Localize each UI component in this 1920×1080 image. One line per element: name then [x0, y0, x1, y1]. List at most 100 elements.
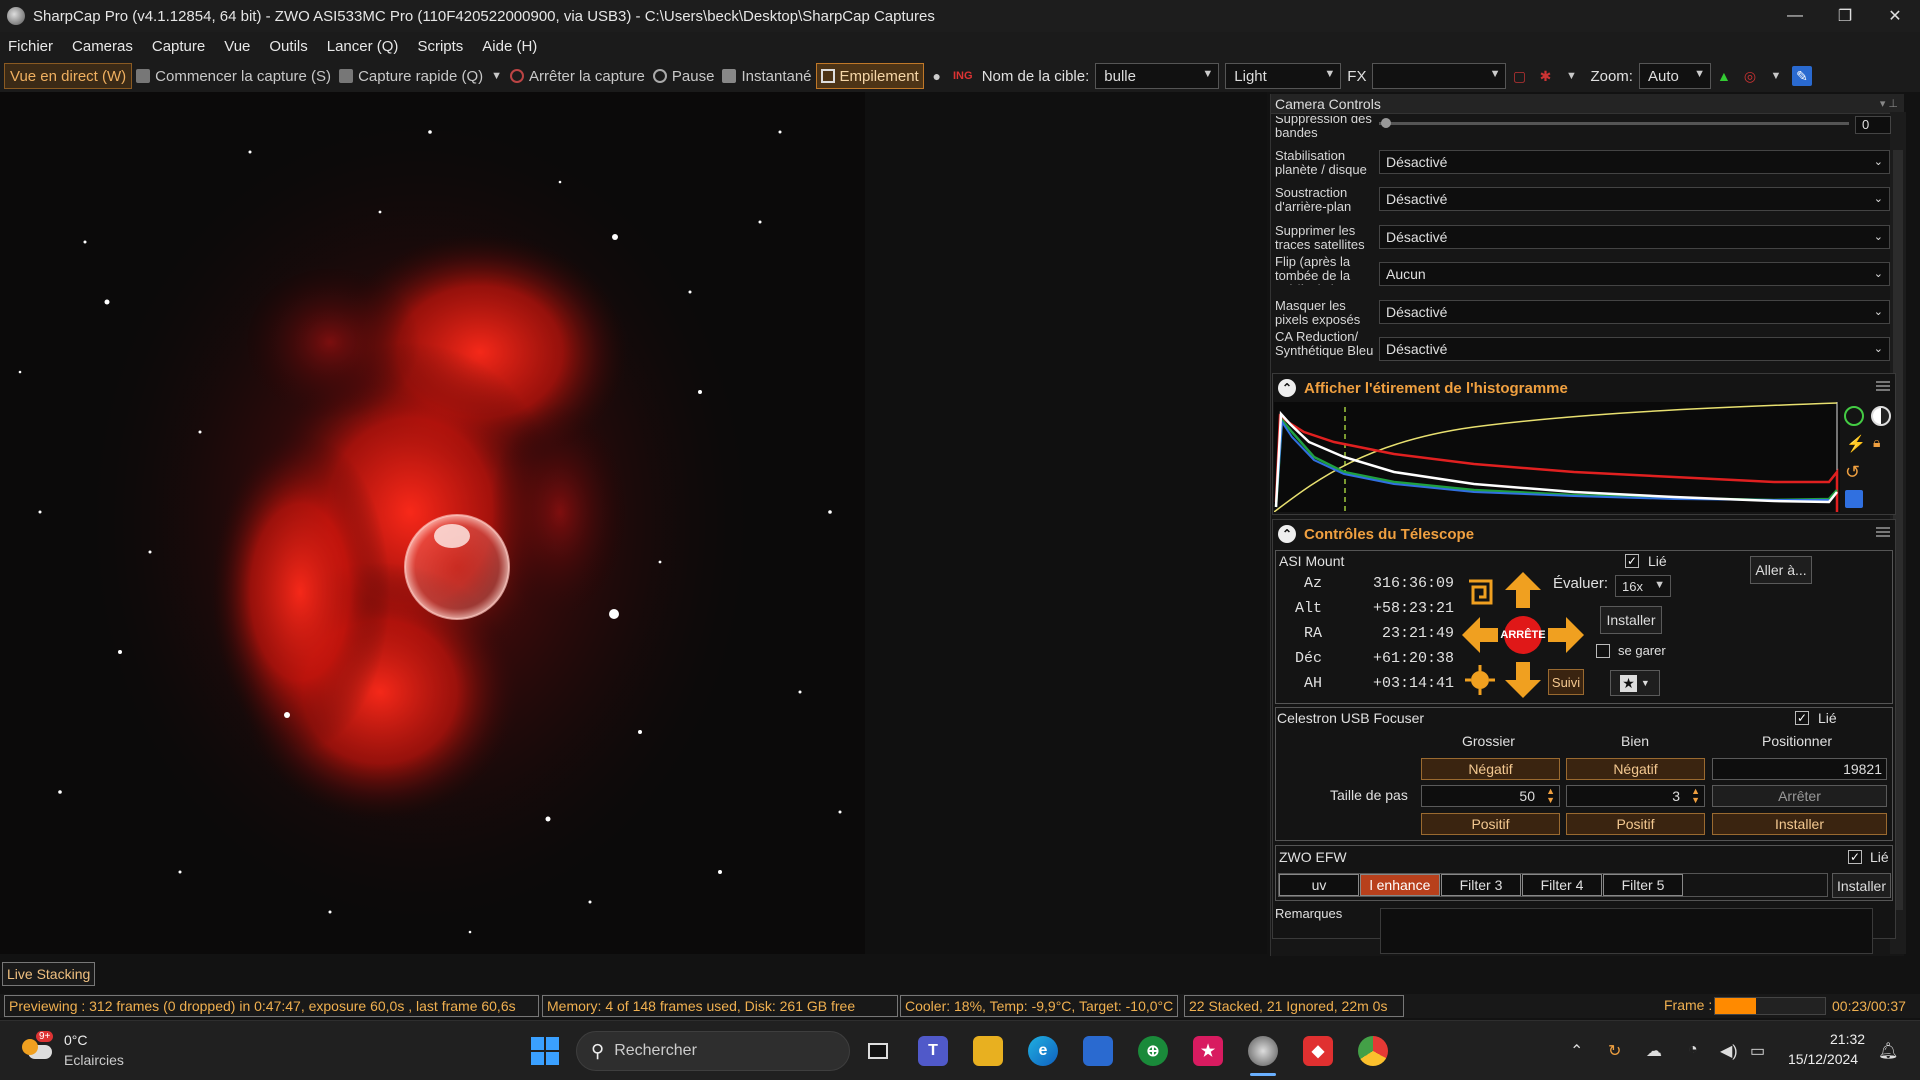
- focuser-linked-checkbox[interactable]: ✓: [1795, 711, 1809, 725]
- file-explorer-icon[interactable]: [973, 1036, 1003, 1066]
- histogram-icon[interactable]: ▲: [1714, 66, 1734, 86]
- menu-capture[interactable]: Capture: [152, 38, 205, 55]
- banding-slider[interactable]: [1379, 122, 1849, 125]
- pause-button[interactable]: Pause: [649, 63, 719, 89]
- moon-icon[interactable]: ●: [927, 66, 947, 86]
- store-icon[interactable]: [1083, 1036, 1113, 1066]
- taskbar-search[interactable]: ⚲ Rechercher: [576, 1031, 850, 1071]
- ca-reduction-select[interactable]: Désactivé ⌄: [1379, 337, 1890, 361]
- wifi-icon[interactable]: ◔: [1688, 1041, 1698, 1059]
- save-icon[interactable]: [1845, 490, 1863, 508]
- lightning-icon[interactable]: ⚡: [1846, 434, 1866, 454]
- stop-capture-button[interactable]: Arrêter la capture: [506, 63, 649, 89]
- menu-cameras[interactable]: Cameras: [72, 38, 133, 55]
- maximize-button[interactable]: ❐: [1822, 0, 1868, 32]
- sync-icon[interactable]: ↻: [1608, 1041, 1621, 1061]
- quick-capture-button[interactable]: Capture rapide (Q) ▼: [335, 63, 506, 89]
- banding-value[interactable]: 0: [1855, 116, 1891, 134]
- ing-icon[interactable]: ING: [953, 66, 973, 86]
- filter-uv[interactable]: uv: [1279, 874, 1359, 896]
- filter-3[interactable]: Filter 3: [1441, 874, 1521, 896]
- satellite-trails-select[interactable]: Désactivé ⌄: [1379, 225, 1890, 249]
- focuser-position-field[interactable]: 19821: [1712, 758, 1887, 780]
- menu-tools[interactable]: Outils: [269, 38, 307, 55]
- center-target-icon[interactable]: [1460, 660, 1500, 700]
- chevron-down-icon[interactable]: ▼: [1766, 66, 1786, 86]
- filter-5[interactable]: Filter 5: [1603, 874, 1683, 896]
- collapse-icon[interactable]: ⌃: [1278, 379, 1296, 397]
- menu-scripts[interactable]: Scripts: [417, 38, 463, 55]
- star-select[interactable]: ★ ▼: [1610, 670, 1660, 696]
- auto-stretch-icon[interactable]: [1844, 406, 1864, 426]
- histogram-header[interactable]: ⌃ Afficher l'étirement de l'histogramme: [1272, 374, 1896, 402]
- banding-slider-thumb[interactable]: [1381, 118, 1391, 128]
- chevron-down-icon[interactable]: ▼: [491, 70, 502, 82]
- menu-icon[interactable]: [1876, 527, 1890, 537]
- task-view-icon[interactable]: [863, 1036, 893, 1066]
- focuser-stop-button[interactable]: Arrêter: [1712, 785, 1887, 807]
- spiral-search-icon[interactable]: [1460, 572, 1500, 612]
- anydesk-icon[interactable]: ◆: [1303, 1036, 1333, 1066]
- fx-select[interactable]: ▼: [1372, 63, 1507, 89]
- battery-icon[interactable]: ▭: [1750, 1041, 1765, 1061]
- background-subtraction-select[interactable]: Désactivé ⌄: [1379, 187, 1890, 211]
- teams-icon[interactable]: T: [918, 1036, 948, 1066]
- menu-file[interactable]: Fichier: [8, 38, 53, 55]
- reticle-icon[interactable]: ▢: [1509, 66, 1529, 86]
- fine-negative-button[interactable]: Négatif: [1566, 758, 1705, 780]
- target-name-input[interactable]: bulle ▼: [1095, 63, 1220, 89]
- arrow-west-button[interactable]: [1460, 615, 1500, 655]
- stop-slew-button[interactable]: ARRÊTE: [1500, 615, 1546, 655]
- volume-icon[interactable]: ◀): [1720, 1041, 1738, 1061]
- frame-type-select[interactable]: Light ▼: [1225, 63, 1342, 89]
- arrow-south-button[interactable]: [1503, 660, 1543, 700]
- coarse-negative-button[interactable]: Négatif: [1421, 758, 1560, 780]
- spinner-icon[interactable]: ▲ ▼: [1546, 787, 1555, 805]
- goto-button[interactable]: Aller à...: [1750, 556, 1812, 584]
- efw-install-button[interactable]: Installer: [1832, 873, 1891, 898]
- park-checkbox[interactable]: [1596, 644, 1610, 658]
- pin-icon[interactable]: ▾ ⊥: [1880, 97, 1898, 110]
- chevron-down-icon[interactable]: ▼: [1561, 66, 1581, 86]
- zoom-select[interactable]: Auto ▼: [1638, 63, 1711, 89]
- close-button[interactable]: ✕: [1872, 0, 1918, 32]
- chrome-icon[interactable]: [1358, 1036, 1388, 1066]
- coarse-step-input[interactable]: 50 ▲ ▼: [1421, 785, 1560, 807]
- spinner-icon[interactable]: ▲ ▼: [1691, 787, 1700, 805]
- notification-bell-icon[interactable]: 🔔︎: [1878, 1041, 1898, 1061]
- mount-install-button[interactable]: Installer: [1600, 606, 1662, 634]
- grid-icon[interactable]: ✱: [1535, 66, 1555, 86]
- start-button[interactable]: [530, 1036, 560, 1066]
- cloud-off-icon[interactable]: ☁: [1646, 1041, 1662, 1061]
- start-capture-button[interactable]: Commencer la capture (S): [132, 63, 335, 89]
- lock-icon[interactable]: 🔒︎: [1873, 434, 1880, 451]
- live-view-button[interactable]: Vue en direct (W): [4, 63, 133, 89]
- filter-4[interactable]: Filter 4: [1522, 874, 1602, 896]
- contrast-icon[interactable]: [1871, 406, 1891, 426]
- rate-select[interactable]: 16x ▼: [1615, 575, 1671, 597]
- hot-pixels-select[interactable]: Désactivé ⌄: [1379, 300, 1890, 324]
- target-icon[interactable]: ◎: [1740, 66, 1760, 86]
- edge-icon[interactable]: e: [1028, 1036, 1058, 1066]
- filter-l-enhance[interactable]: l enhance: [1360, 874, 1440, 896]
- telescope-header[interactable]: ⌃ Contrôles du Télescope: [1272, 520, 1896, 548]
- app-astro-icon[interactable]: ★: [1193, 1036, 1223, 1066]
- reset-icon[interactable]: ↺: [1845, 462, 1860, 483]
- clock-time[interactable]: 21:32: [1830, 1031, 1865, 1047]
- minimize-button[interactable]: —: [1772, 0, 1818, 32]
- weather-icon[interactable]: 9+: [22, 1031, 54, 1067]
- chevron-up-icon[interactable]: ⌃: [1570, 1041, 1583, 1061]
- arrow-east-button[interactable]: [1546, 615, 1586, 655]
- fine-positive-button[interactable]: Positif: [1566, 813, 1705, 835]
- histogram-chart[interactable]: [1274, 402, 1840, 512]
- mount-linked-checkbox[interactable]: ✓: [1625, 554, 1639, 568]
- clock-date[interactable]: 15/12/2024: [1788, 1051, 1858, 1067]
- tracking-button[interactable]: Suivi: [1548, 669, 1584, 695]
- settings-icon[interactable]: ✎: [1791, 66, 1812, 86]
- stabilisation-select[interactable]: Désactivé ⌄: [1379, 150, 1890, 174]
- fine-step-input[interactable]: 3 ▲ ▼: [1566, 785, 1705, 807]
- focuser-install-button[interactable]: Installer: [1712, 813, 1887, 835]
- sharpcap-taskbar-icon[interactable]: [1248, 1036, 1278, 1066]
- notes-textarea[interactable]: [1380, 908, 1873, 954]
- image-viewport[interactable]: [0, 92, 1267, 954]
